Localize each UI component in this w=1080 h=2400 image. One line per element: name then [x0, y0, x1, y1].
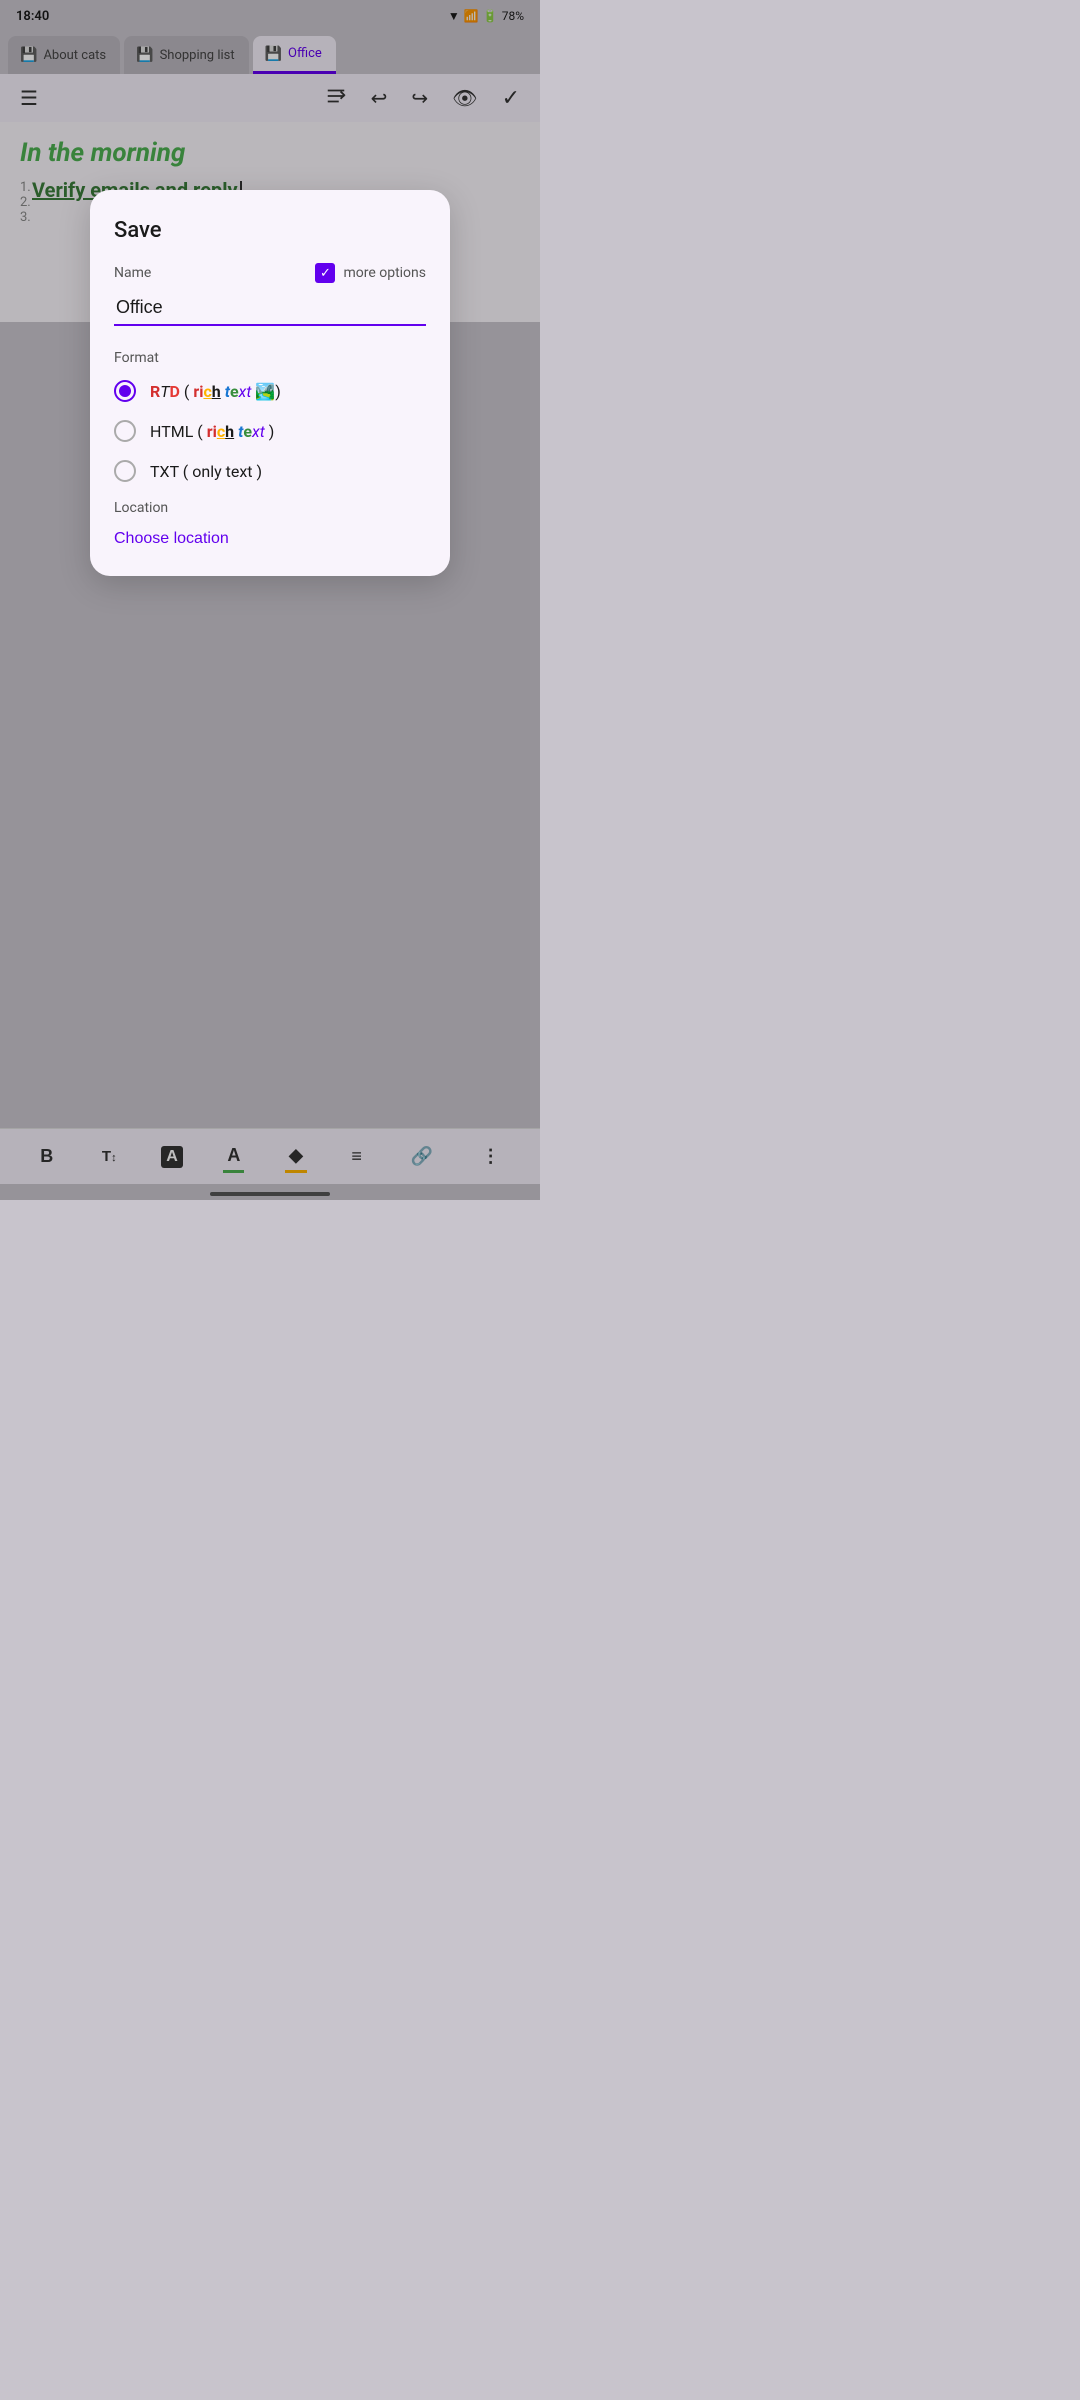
rtd-c: c	[203, 382, 211, 401]
format-txt-option[interactable]: TXT ( only text )	[114, 460, 426, 482]
more-options-row[interactable]: ✓ more options	[315, 263, 426, 283]
format-rtd-radio[interactable]	[114, 380, 136, 402]
more-options-label: more options	[343, 265, 426, 281]
rtd-r: R	[150, 382, 160, 401]
rtd-x: xt	[239, 382, 252, 401]
format-rtd-radio-inner	[119, 385, 131, 397]
location-section: Location Choose location	[114, 500, 426, 548]
html-h: h	[225, 422, 234, 441]
rtd-e: e	[230, 382, 239, 401]
format-html-label: HTML ( rich text )	[150, 422, 274, 441]
format-txt-label: TXT ( only text )	[150, 462, 262, 481]
html-ri: ri	[207, 422, 217, 441]
name-input[interactable]	[114, 291, 426, 326]
rtd-t: T	[160, 382, 169, 401]
html-x: xt	[252, 422, 265, 441]
rtd-i: D	[170, 382, 180, 401]
format-txt-radio[interactable]	[114, 460, 136, 482]
more-options-checkbox[interactable]: ✓	[315, 263, 335, 283]
html-e: e	[243, 422, 252, 441]
format-html-option[interactable]: HTML ( rich text )	[114, 420, 426, 442]
rtd-h: h	[212, 382, 221, 401]
rtd-ri: ri	[193, 382, 203, 401]
html-c: c	[217, 422, 225, 441]
name-row: Name ✓ more options	[114, 263, 426, 283]
format-rtd-option[interactable]: RTD ( rich text 🏞️)	[114, 380, 426, 402]
name-label: Name	[114, 265, 151, 281]
save-dialog: Save Name ✓ more options Format RTD ( ri…	[90, 190, 450, 576]
location-label: Location	[114, 500, 426, 516]
modal-overlay: Save Name ✓ more options Format RTD ( ri…	[0, 0, 540, 1200]
format-rtd-label: RTD ( rich text 🏞️)	[150, 382, 281, 401]
format-label: Format	[114, 350, 426, 366]
format-html-radio[interactable]	[114, 420, 136, 442]
choose-location-button[interactable]: Choose location	[114, 530, 229, 548]
dialog-title: Save	[114, 218, 426, 243]
